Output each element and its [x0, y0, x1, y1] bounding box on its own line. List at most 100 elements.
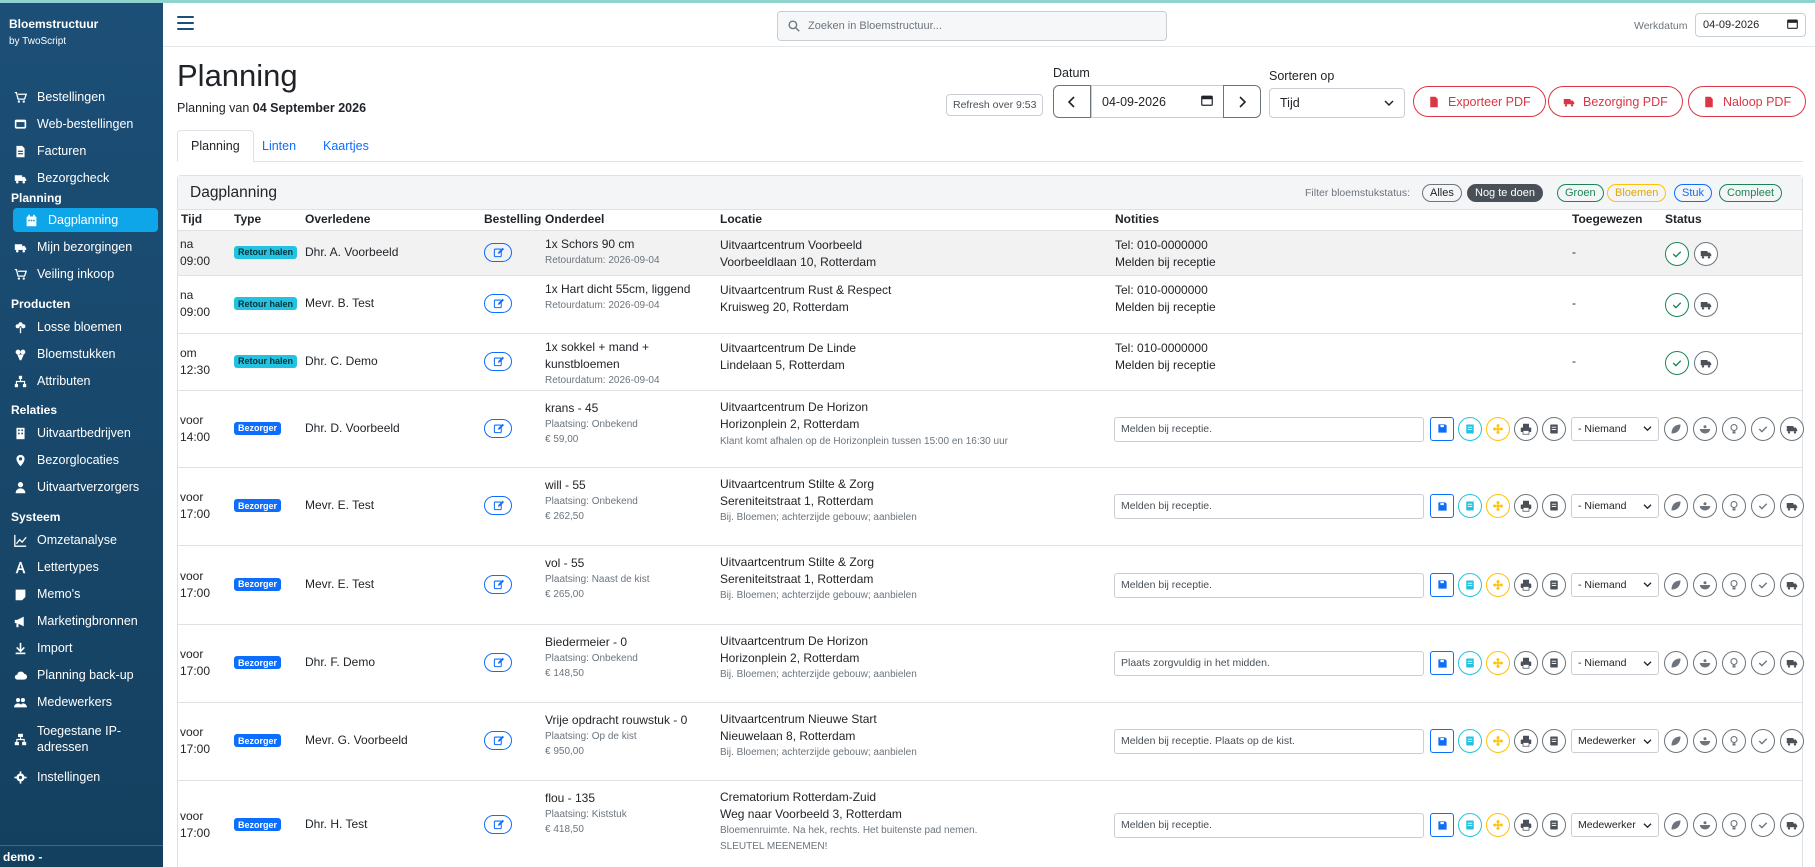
- status-groen-button[interactable]: [1664, 416, 1688, 441]
- status-compleet-button[interactable]: [1751, 416, 1775, 441]
- tab-linten[interactable]: Linten: [249, 130, 309, 162]
- status-bloemen-button[interactable]: [1693, 813, 1717, 837]
- assignee-select[interactable]: - Niemand: [1571, 651, 1659, 675]
- sidebar-item-uitvaartverzorgers[interactable]: Uitvaartverzorgers: [8, 475, 158, 499]
- tab-planning[interactable]: Planning: [177, 130, 254, 162]
- filter-bloemen[interactable]: Bloemen: [1607, 184, 1667, 202]
- document-button[interactable]: [1542, 494, 1566, 518]
- sidebar-item-lettertypes[interactable]: Lettertypes: [8, 555, 158, 579]
- assignee-select[interactable]: - Niemand: [1571, 494, 1659, 518]
- card-status-button[interactable]: [1458, 572, 1482, 597]
- sidebar-item-attributen[interactable]: Attributen: [8, 369, 158, 393]
- status-delivery-button[interactable]: [1694, 293, 1718, 317]
- status-compleet-button[interactable]: [1751, 494, 1775, 518]
- status-complete-button[interactable]: [1665, 293, 1689, 317]
- notes-input[interactable]: Plaats zorgvuldig in het midden.: [1114, 651, 1424, 676]
- filter-groen[interactable]: Groen: [1557, 184, 1604, 202]
- status-stuk-button[interactable]: [1722, 813, 1746, 837]
- status-compleet-button[interactable]: [1751, 572, 1775, 597]
- status-bloemen-button[interactable]: [1693, 651, 1717, 675]
- edit-order-button[interactable]: [484, 351, 512, 371]
- document-button[interactable]: [1542, 651, 1566, 675]
- status-bezorgd-button[interactable]: [1780, 729, 1804, 753]
- edit-order-button[interactable]: [484, 815, 512, 834]
- status-bezorgd-button[interactable]: [1780, 813, 1804, 837]
- status-complete-button[interactable]: [1665, 241, 1689, 266]
- flowers-status-button[interactable]: [1486, 729, 1510, 753]
- status-stuk-button[interactable]: [1722, 729, 1746, 753]
- sidebar-item-uitvaartbedrijven[interactable]: Uitvaartbedrijven: [8, 421, 158, 445]
- status-stuk-button[interactable]: [1722, 572, 1746, 597]
- edit-order-button[interactable]: [484, 653, 512, 672]
- werkdatum-input[interactable]: 04-09-2026: [1695, 13, 1806, 37]
- flowers-status-button[interactable]: [1486, 494, 1510, 518]
- assignee-select[interactable]: Medewerker: [1571, 729, 1659, 753]
- status-bezorgd-button[interactable]: [1780, 416, 1804, 441]
- sidebar-item-planning-backup[interactable]: Planning back-up: [8, 663, 158, 687]
- save-note-button[interactable]: [1430, 729, 1454, 753]
- status-bezorgd-button[interactable]: [1780, 572, 1804, 597]
- notes-input[interactable]: Melden bij receptie.: [1114, 494, 1424, 519]
- notes-input[interactable]: Melden bij receptie.: [1114, 813, 1424, 838]
- card-status-button[interactable]: [1458, 651, 1482, 675]
- status-groen-button[interactable]: [1664, 729, 1688, 753]
- edit-order-button[interactable]: [484, 496, 512, 515]
- hamburger-menu-icon[interactable]: [177, 16, 194, 30]
- status-groen-button[interactable]: [1664, 651, 1688, 675]
- document-button[interactable]: [1542, 729, 1566, 753]
- print-button[interactable]: [1514, 572, 1538, 597]
- status-bloemen-button[interactable]: [1693, 729, 1717, 753]
- bezorging-pdf-button[interactable]: Bezorging PDF: [1548, 86, 1683, 117]
- sidebar-item-web-bestellingen[interactable]: Web-bestellingen: [8, 112, 158, 136]
- sidebar-item-bestellingen[interactable]: Bestellingen: [8, 85, 158, 109]
- sidebar-item-bezorglocaties[interactable]: Bezorglocaties: [8, 448, 158, 472]
- print-button[interactable]: [1514, 416, 1538, 441]
- status-groen-button[interactable]: [1664, 813, 1688, 837]
- status-stuk-button[interactable]: [1722, 416, 1746, 441]
- status-complete-button[interactable]: [1665, 350, 1689, 375]
- notes-input[interactable]: Melden bij receptie.: [1114, 572, 1424, 598]
- flowers-status-button[interactable]: [1486, 572, 1510, 597]
- status-groen-button[interactable]: [1664, 572, 1688, 597]
- sidebar-item-omzetanalyse[interactable]: Omzetanalyse: [8, 528, 158, 552]
- card-status-button[interactable]: [1458, 416, 1482, 441]
- export-pdf-button[interactable]: Exporteer PDF: [1413, 86, 1546, 117]
- print-button[interactable]: [1514, 813, 1538, 837]
- save-note-button[interactable]: [1430, 572, 1454, 597]
- prev-day-button[interactable]: [1053, 85, 1091, 118]
- document-button[interactable]: [1542, 813, 1566, 837]
- user-menu[interactable]: demo -: [0, 845, 163, 867]
- sidebar-item-import[interactable]: Import: [8, 636, 158, 660]
- sidebar-item-facturen[interactable]: Facturen: [8, 139, 158, 163]
- document-button[interactable]: [1542, 416, 1566, 441]
- status-stuk-button[interactable]: [1722, 651, 1746, 675]
- status-stuk-button[interactable]: [1722, 494, 1746, 518]
- status-compleet-button[interactable]: [1751, 813, 1775, 837]
- print-button[interactable]: [1514, 651, 1538, 675]
- save-note-button[interactable]: [1430, 416, 1454, 441]
- status-delivery-button[interactable]: [1694, 241, 1718, 266]
- sidebar-item-medewerkers[interactable]: Medewerkers: [8, 690, 158, 714]
- edit-order-button[interactable]: [484, 294, 512, 313]
- sidebar-item-memos[interactable]: Memo's: [8, 582, 158, 606]
- filter-compleet[interactable]: Compleet: [1719, 184, 1783, 202]
- flowers-status-button[interactable]: [1486, 416, 1510, 441]
- sidebar-item-toegestane-ip-adressen[interactable]: Toegestane IP-adressen: [8, 721, 158, 757]
- next-day-button[interactable]: [1223, 85, 1261, 118]
- status-compleet-button[interactable]: [1751, 729, 1775, 753]
- save-note-button[interactable]: [1430, 651, 1454, 675]
- sidebar-item-bezorgcheck[interactable]: Bezorgcheck: [8, 166, 158, 190]
- assignee-select[interactable]: - Niemand: [1571, 572, 1659, 597]
- card-status-button[interactable]: [1458, 813, 1482, 837]
- sidebar-item-dagplanning[interactable]: Dagplanning: [13, 208, 158, 232]
- filter-nog-te-doen[interactable]: Nog te doen: [1467, 184, 1543, 202]
- edit-order-button[interactable]: [484, 418, 512, 438]
- refresh-badge[interactable]: Refresh over 9:53: [946, 94, 1044, 116]
- print-button[interactable]: [1514, 494, 1538, 518]
- assignee-select[interactable]: Medewerker: [1571, 813, 1659, 837]
- notes-input[interactable]: Melden bij receptie.: [1114, 416, 1424, 442]
- assignee-select[interactable]: - Niemand: [1571, 416, 1659, 441]
- sidebar-item-veiling-inkoop[interactable]: Veiling inkoop: [8, 262, 158, 286]
- status-groen-button[interactable]: [1664, 494, 1688, 518]
- search-input[interactable]: Zoeken in Bloemstructuur...: [777, 11, 1167, 41]
